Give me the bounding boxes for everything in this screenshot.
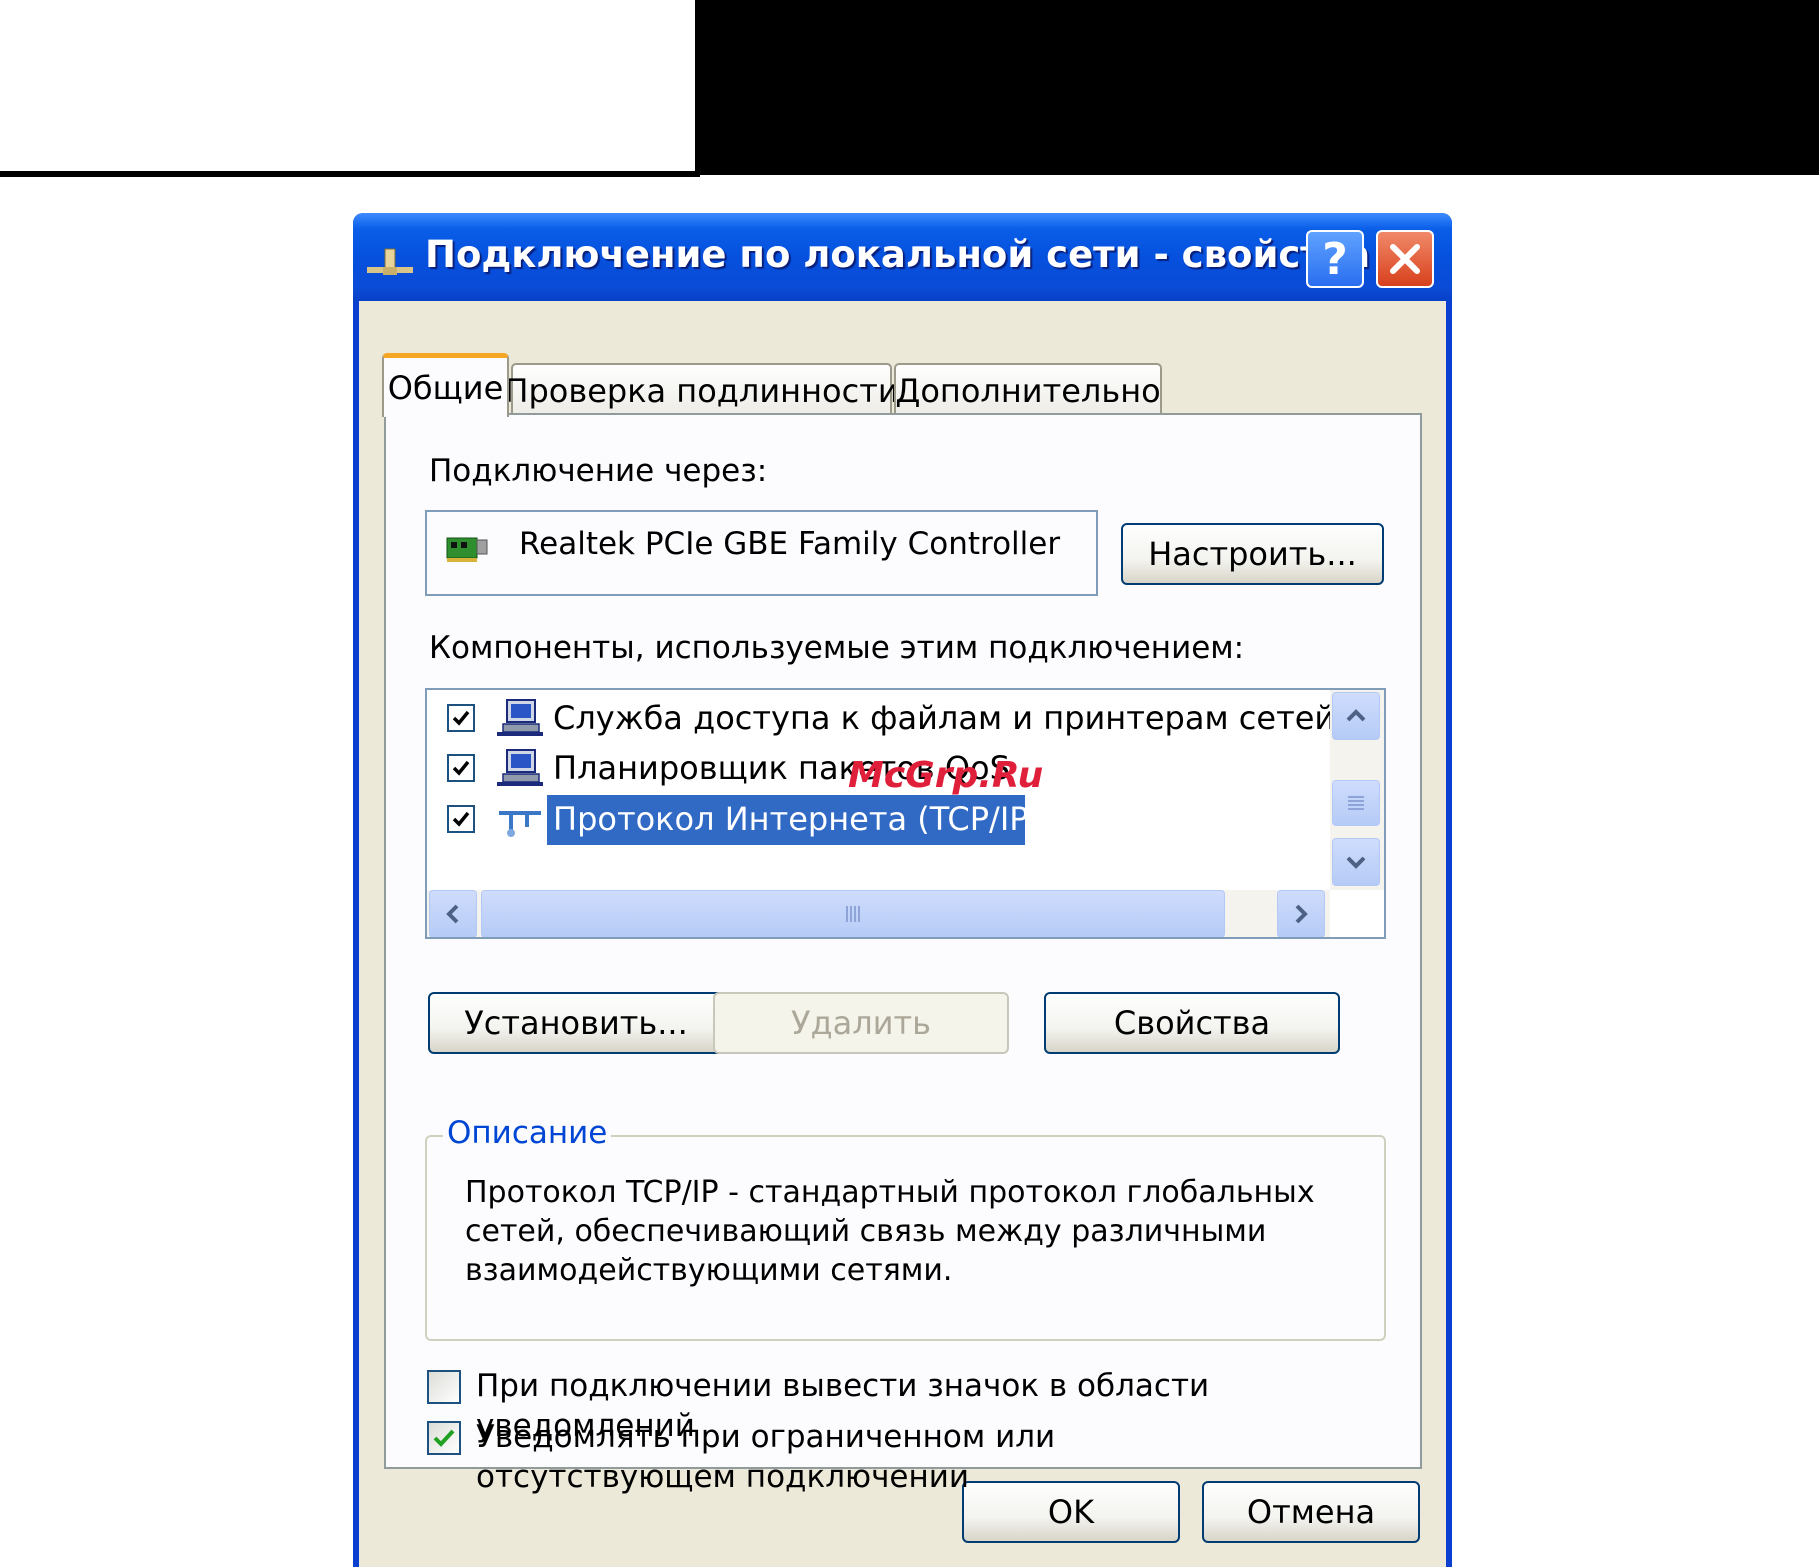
grip-icon xyxy=(846,906,860,922)
adapter-name: Realtek PCIe GBE Family Controller xyxy=(519,526,1061,562)
checkmark-icon xyxy=(433,1429,455,1447)
checkmark-icon xyxy=(452,710,470,726)
chevron-left-icon xyxy=(446,904,459,924)
chevron-down-icon xyxy=(1346,856,1366,869)
network-service-icon xyxy=(497,699,543,736)
scroll-left-button[interactable] xyxy=(429,890,477,937)
window-title: Подключение по локальной сети - свойства xyxy=(425,233,1371,276)
protocol-icon xyxy=(499,811,541,837)
description-groupbox: Описание Протокол TCP/IP - стандартный п… xyxy=(425,1115,1386,1341)
component-label: Протокол Интернета (TCP/IP) xyxy=(553,800,1042,838)
scroll-thumb-horizontal[interactable] xyxy=(481,890,1225,937)
chevron-right-icon xyxy=(1295,904,1308,924)
scroll-down-button[interactable] xyxy=(1332,838,1380,886)
component-checkbox[interactable] xyxy=(447,704,475,732)
component-checkbox[interactable] xyxy=(447,754,475,782)
tab-authentication[interactable]: Проверка подлинности xyxy=(504,363,899,417)
vertical-scrollbar[interactable] xyxy=(1330,690,1384,890)
close-icon xyxy=(1390,244,1420,274)
connect-using-label: Подключение через: xyxy=(429,453,768,489)
components-list[interactable]: Служба доступа к файлам и принтерам сете… xyxy=(425,688,1386,939)
list-item-selected[interactable]: Протокол Интернета (TCP/IP) xyxy=(427,795,1327,845)
notify-label: Уведомлять при ограниченном или отсутств… xyxy=(476,1419,1056,1495)
header-rule xyxy=(0,171,700,177)
uninstall-button: Удалить xyxy=(713,992,1009,1054)
checkmark-icon xyxy=(452,760,470,776)
help-button[interactable]: ? xyxy=(1306,230,1364,288)
component-label: Служба доступа к файлам и принтерам сете… xyxy=(553,699,1386,737)
configure-button[interactable]: Настроить... xyxy=(1121,523,1384,585)
network-service-icon xyxy=(497,749,543,786)
scroll-up-button[interactable] xyxy=(1332,692,1380,740)
description-title: Описание xyxy=(443,1115,612,1151)
chevron-up-icon xyxy=(1346,709,1366,722)
watermark: McGrp.Ru xyxy=(848,755,1044,796)
title-bar[interactable]: Подключение по локальной сети - свойства… xyxy=(353,213,1452,301)
properties-button[interactable]: Свойства xyxy=(1044,992,1340,1054)
tab-advanced[interactable]: Дополнительно xyxy=(894,363,1162,417)
component-checkbox[interactable] xyxy=(447,805,475,833)
network-connection-icon xyxy=(367,248,413,275)
close-button[interactable] xyxy=(1376,230,1434,288)
scroll-right-button[interactable] xyxy=(1277,890,1325,937)
list-item[interactable]: Служба доступа к файлам и принтерам сете… xyxy=(427,694,1384,742)
show-icon-checkbox[interactable] xyxy=(427,1370,461,1404)
checkmark-icon xyxy=(452,811,470,827)
header-black-block xyxy=(695,0,1819,175)
properties-dialog: Подключение по локальной сети - свойства… xyxy=(353,213,1452,1567)
dialog-client-area: Общие Проверка подлинности Дополнительно… xyxy=(359,301,1446,1567)
install-button[interactable]: Установить... xyxy=(428,992,724,1054)
network-card-icon xyxy=(446,537,488,562)
tab-general[interactable]: Общие xyxy=(382,353,509,417)
scroll-thumb[interactable] xyxy=(1332,780,1380,826)
horizontal-scrollbar[interactable] xyxy=(427,890,1330,937)
description-text: Протокол TCP/IP - стандартный протокол г… xyxy=(465,1175,1315,1288)
components-label: Компоненты, используемые этим подключени… xyxy=(429,630,1245,666)
grip-icon xyxy=(1348,796,1364,810)
notify-checkbox[interactable] xyxy=(427,1421,461,1455)
adapter-field: Realtek PCIe GBE Family Controller xyxy=(425,510,1098,596)
general-tab-panel: Подключение через: Realtek PCIe GBE Fami… xyxy=(384,413,1422,1495)
